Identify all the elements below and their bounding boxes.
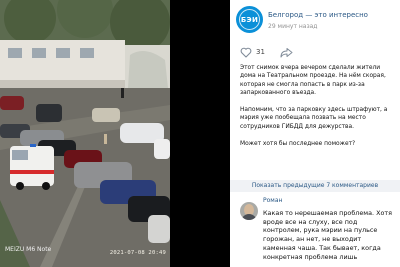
post-text: Этот снимок вчера вечером сделали жители… xyxy=(240,64,392,156)
like-count: 31 xyxy=(256,48,265,56)
comment-text: Какая то нерешаемая проблема. Хотя вроде… xyxy=(263,209,392,261)
post-paragraph: Может хотя бы последнее поможет? xyxy=(240,140,356,147)
group-avatar[interactable]: БЭИ xyxy=(236,6,263,33)
post-header: БЭИ Белгород — это интересно 29 минут на… xyxy=(236,6,396,36)
post-time[interactable]: 29 минут назад xyxy=(268,23,317,30)
group-name-link[interactable]: Белгород — это интересно xyxy=(268,11,368,19)
share-arrow-icon[interactable] xyxy=(280,47,293,58)
street-scene-image xyxy=(0,0,170,267)
heart-outline-icon[interactable] xyxy=(240,47,252,58)
group-logo-text: БЭИ xyxy=(240,15,259,24)
comment: Роман Какая то нерешаемая проблема. Хотя… xyxy=(230,194,400,267)
post-paragraph: Напомним, что за парковку здесь штрафуют… xyxy=(240,107,388,130)
comment-author-link[interactable]: Роман xyxy=(263,197,282,204)
post-paragraph: Этот снимок вчера вечером сделали жители… xyxy=(240,65,386,97)
post-photo[interactable]: MEIZU M6 Note 2021-07-08 20:49 xyxy=(0,0,170,267)
post-actions: 31 xyxy=(240,46,390,60)
post-card: БЭИ Белгород — это интересно 29 минут на… xyxy=(230,0,400,267)
camera-model-watermark: MEIZU M6 Note xyxy=(5,246,52,253)
show-previous-comments-button[interactable]: Показать предыдущие 7 комментариев xyxy=(230,180,400,192)
commenter-avatar[interactable] xyxy=(240,202,258,220)
photo-timestamp: 2021-07-08 20:49 xyxy=(109,250,166,256)
